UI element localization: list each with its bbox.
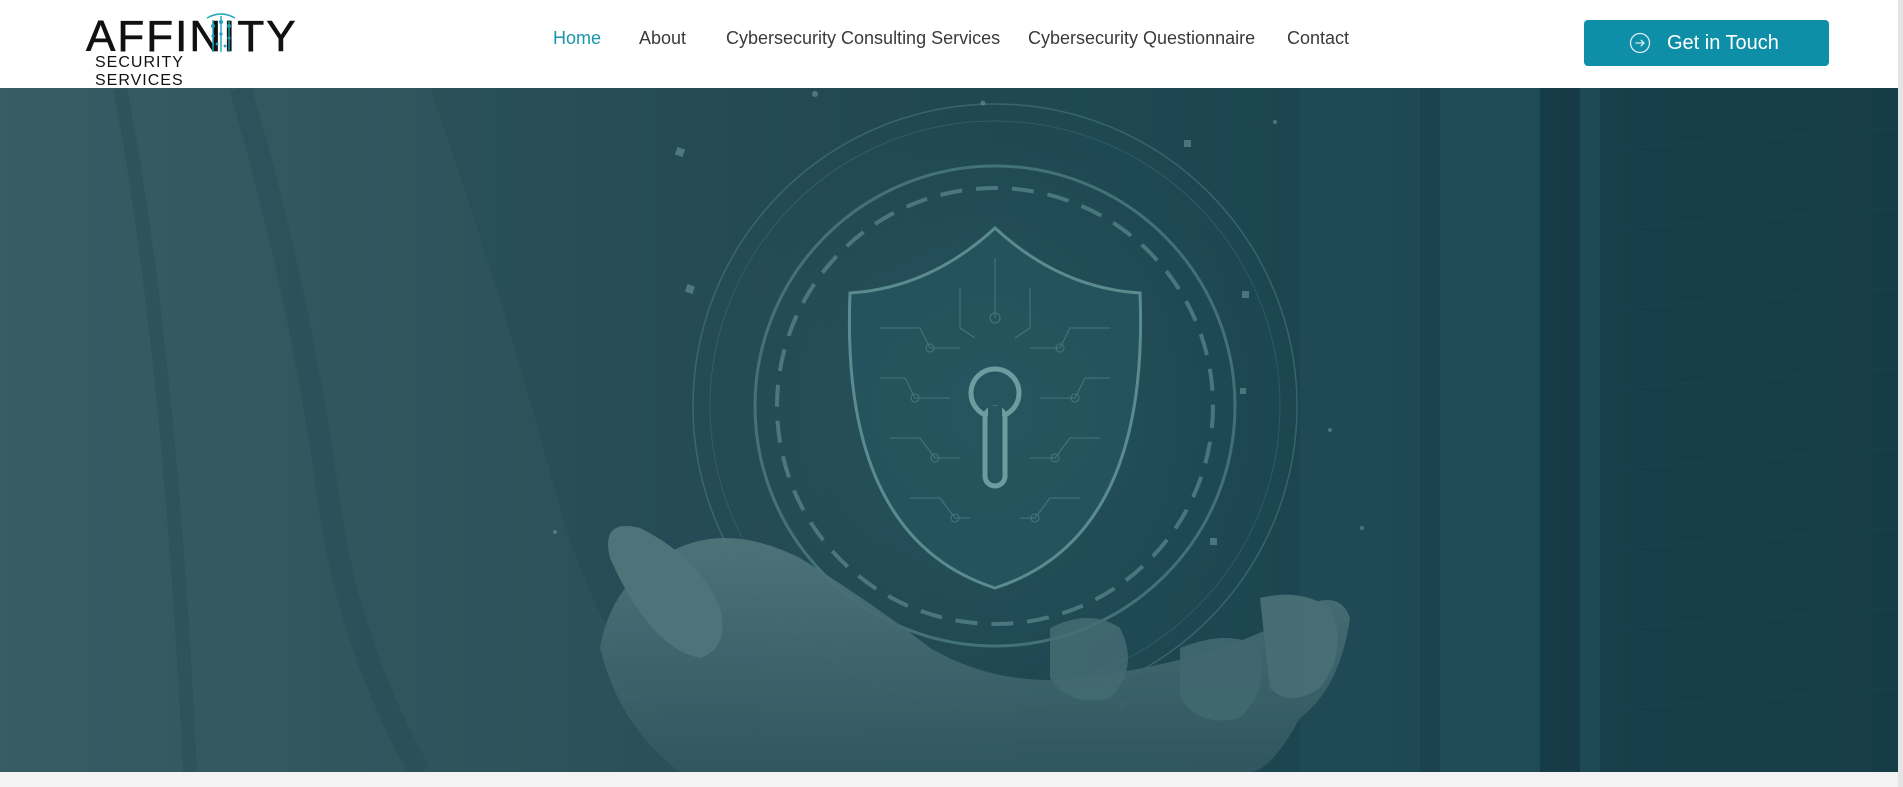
nav-cybersecurity-consulting-services[interactable]: Cybersecurity Consulting Services (726, 27, 1000, 49)
hero-banner (0, 88, 1898, 772)
nav-home[interactable]: Home (553, 27, 601, 49)
site-header: AFFINITY SECURITY SERVICES Home About Cy… (0, 0, 1903, 89)
nav-about[interactable]: About (639, 27, 686, 49)
page: AFFINITY SECURITY SERVICES Home About Cy… (0, 0, 1903, 787)
section-divider (0, 772, 1898, 787)
get-in-touch-button[interactable]: Get in Touch (1584, 20, 1829, 66)
arrow-circle-right-icon (1629, 32, 1651, 54)
nav-contact[interactable]: Contact (1287, 27, 1349, 49)
scrollbar[interactable] (1898, 0, 1903, 787)
nav-cybersecurity-questionnaire[interactable]: Cybersecurity Questionnaire (1028, 27, 1255, 49)
get-in-touch-label: Get in Touch (1667, 32, 1779, 54)
hero-image (0, 88, 1898, 772)
